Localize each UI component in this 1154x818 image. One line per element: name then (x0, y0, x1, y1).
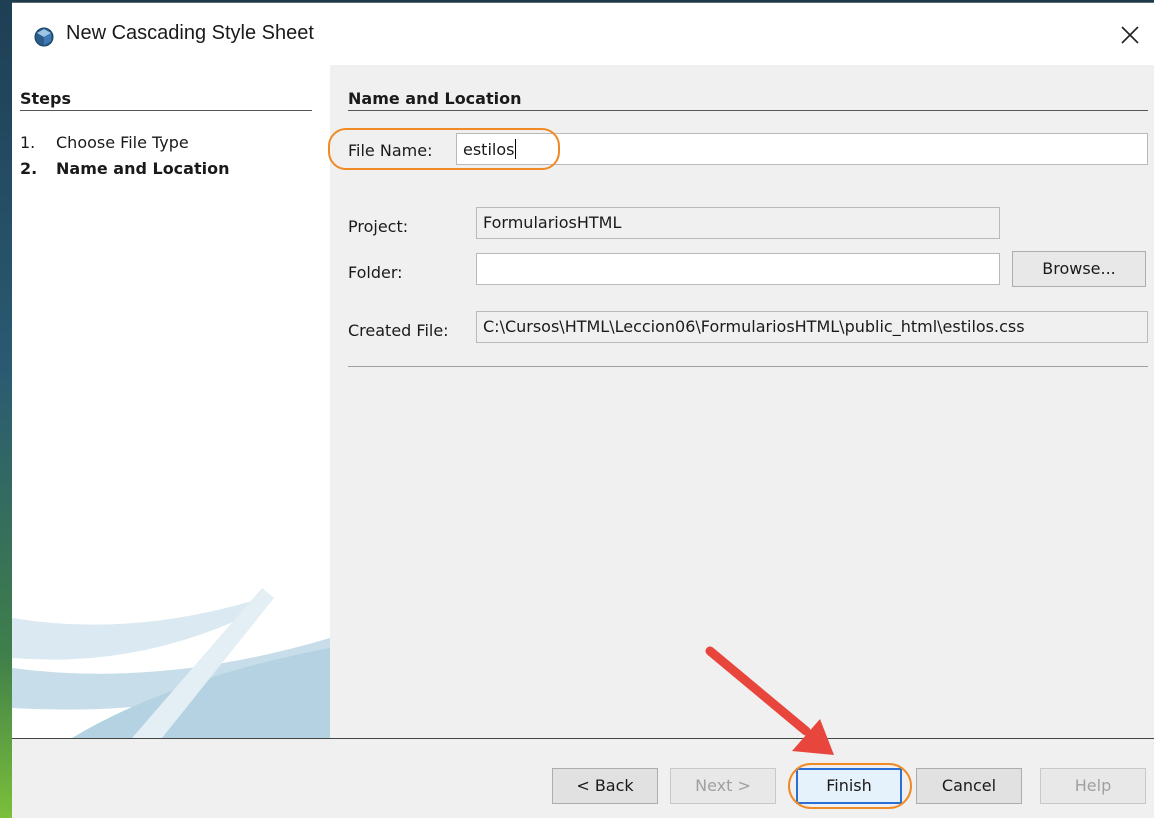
next-button[interactable]: Next > (670, 768, 776, 804)
close-button[interactable] (1112, 17, 1148, 53)
separator (348, 366, 1148, 367)
decorative-swoosh (12, 588, 330, 738)
finish-highlight (788, 763, 912, 809)
step-name-and-location: 2. Name and Location (20, 159, 229, 178)
button-bar: < Back Next > Finish Cancel Help (12, 738, 1154, 818)
project-label: Project: (348, 217, 409, 236)
cancel-button[interactable]: Cancel (916, 768, 1022, 804)
desktop-background (0, 0, 12, 818)
step-label: Choose File Type (56, 133, 189, 152)
steps-heading: Steps (20, 89, 312, 111)
file-name-highlight (328, 128, 560, 170)
project-field: FormulariosHTML (476, 207, 1000, 239)
help-button[interactable]: Help (1040, 768, 1146, 804)
browse-button[interactable]: Browse... (1012, 251, 1146, 287)
folder-input[interactable] (476, 253, 1000, 285)
created-file-label: Created File: (348, 321, 449, 340)
step-choose-file-type: 1. Choose File Type (20, 133, 189, 152)
folder-label: Folder: (348, 263, 403, 282)
created-file-field: C:\Cursos\HTML\Leccion06\FormulariosHTML… (476, 311, 1148, 343)
step-number: 1. (20, 133, 36, 152)
content-pane: Name and Location File Name: estilos Pro… (328, 65, 1154, 738)
step-label: Name and Location (56, 159, 230, 178)
title-bar: New Cascading Style Sheet (12, 3, 1154, 65)
section-heading: Name and Location (348, 89, 1148, 111)
window-title: New Cascading Style Sheet (66, 22, 314, 44)
step-number: 2. (20, 159, 38, 178)
dialog-window: New Cascading Style Sheet Steps 1. Choos… (12, 2, 1154, 818)
close-icon (1121, 26, 1139, 44)
back-button[interactable]: < Back (552, 768, 658, 804)
netbeans-cube-icon (34, 27, 54, 47)
steps-pane: Steps 1. Choose File Type 2. Name and Lo… (12, 65, 330, 738)
